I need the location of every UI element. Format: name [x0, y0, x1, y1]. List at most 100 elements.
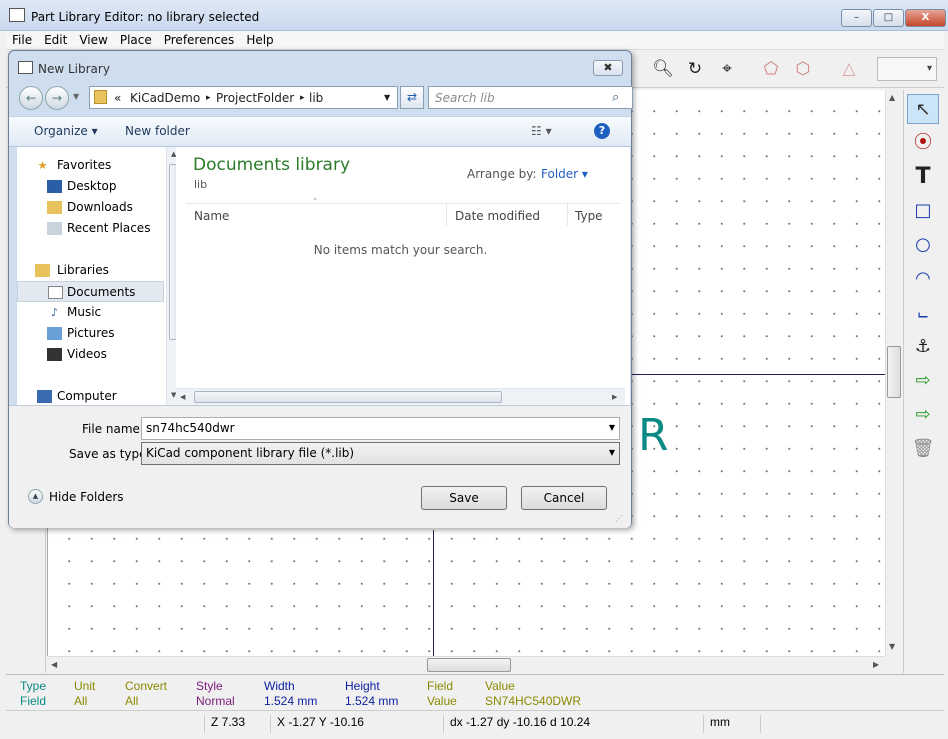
navigation-pane: ★ Favorites Desktop Downloads Recent Plac… [17, 147, 182, 407]
hide-folders-button[interactable]: Hide Folders [49, 490, 124, 504]
add-pin-icon[interactable]: ⦿ [907, 128, 939, 158]
nav-documents[interactable]: Documents [17, 281, 164, 302]
scroll-up-icon[interactable]: ▲ [889, 93, 895, 102]
recent-pages-chevron-icon[interactable]: ▼ [73, 92, 79, 101]
empty-message: No items match your search. [313, 243, 488, 257]
new-folder-button[interactable]: New folder [125, 124, 190, 138]
select-arrow-icon[interactable]: ↖ [907, 94, 939, 124]
nav-desktop[interactable]: Desktop [17, 176, 164, 197]
nav-recent-places[interactable]: Recent Places [17, 218, 164, 239]
add-circle-icon[interactable]: ○ [907, 230, 939, 260]
help-icon[interactable]: ? [594, 123, 610, 139]
column-type[interactable]: Type [575, 209, 603, 223]
val-style: Normal [196, 694, 235, 708]
search-icon[interactable]: ⌕ [612, 90, 619, 105]
view-options-icon[interactable]: ☷ ▾ [531, 124, 552, 138]
file-name-input[interactable]: sn74hc540dwr ▼ [141, 417, 620, 440]
cancel-button[interactable]: Cancel [521, 486, 607, 510]
file-list-hscrollbar[interactable]: ◀ ▶ [176, 388, 625, 405]
vertical-scroll-thumb[interactable] [887, 346, 901, 398]
zoom-out-icon[interactable]: 🔍︎ [650, 56, 676, 82]
breadcrumb-separator-icon[interactable]: ▸ [300, 93, 305, 103]
breadcrumb-lib[interactable]: lib [309, 91, 323, 105]
menu-preferences[interactable]: Preferences [158, 31, 241, 47]
list-scroll-left-icon[interactable]: ◀ [180, 393, 185, 401]
column-name[interactable]: Name [194, 209, 229, 223]
address-dropdown-icon[interactable]: ▼ [384, 93, 390, 102]
computer-icon [37, 390, 52, 403]
part-select-dropdown[interactable]: ▾ [877, 57, 937, 81]
add-polyline-icon[interactable]: ⨽ [907, 298, 939, 328]
file-name-dropdown-icon[interactable]: ▼ [609, 423, 615, 432]
address-bar[interactable]: « KiCadDemo ▸ ProjectFolder ▸ lib ▼ [89, 86, 398, 109]
desktop-icon [47, 180, 62, 193]
save-as-type-label: Save as type: [69, 447, 151, 461]
datasheet-pdf-icon[interactable]: △ [836, 56, 862, 82]
hdr-unit: Unit [74, 679, 96, 693]
nav-downloads[interactable]: Downloads [17, 197, 164, 218]
export-icon[interactable]: ⇨ [907, 400, 939, 430]
add-arc-icon[interactable]: ◠ [907, 264, 939, 294]
menu-view[interactable]: View [73, 31, 113, 47]
nav-pictures[interactable]: Pictures [17, 323, 164, 344]
menu-place[interactable]: Place [114, 31, 158, 47]
zoom-fit-icon[interactable]: ⌖ [714, 56, 740, 82]
close-button[interactable]: X [905, 9, 946, 27]
deMorgan-normal-icon[interactable]: ⬠ [758, 56, 784, 82]
save-type-dropdown-icon[interactable]: ▼ [609, 448, 615, 457]
hdr-field: Field [427, 679, 454, 693]
delete-trash-icon[interactable]: 🗑︎ [907, 434, 939, 464]
breadcrumb-kicaddemo[interactable]: KiCadDemo [130, 91, 200, 105]
back-arrow-icon[interactable]: ← [19, 86, 43, 110]
downloads-folder-icon [47, 201, 62, 214]
scroll-down-icon[interactable]: ▼ [889, 642, 895, 651]
deMorgan-convert-icon[interactable]: ⬡ [790, 56, 816, 82]
horizontal-scrollbar[interactable]: ◀ ▶ [47, 656, 885, 673]
refresh-icon[interactable]: ⇄ [400, 86, 424, 109]
horizontal-scroll-thumb[interactable] [427, 658, 511, 672]
column-divider[interactable] [567, 204, 568, 226]
nav-videos[interactable]: Videos [17, 344, 164, 365]
breadcrumb-separator-icon[interactable]: ▸ [206, 93, 211, 103]
dialog-close-button[interactable]: ✖ [593, 60, 623, 76]
column-date-modified[interactable]: Date modified [455, 209, 540, 223]
forward-arrow-icon[interactable]: → [45, 86, 69, 110]
column-divider[interactable] [446, 204, 447, 226]
add-text-icon[interactable]: T [907, 162, 939, 192]
reference-field-text[interactable]: R [638, 410, 669, 461]
nav-libraries[interactable]: Libraries [17, 260, 164, 281]
redraw-icon[interactable]: ↻ [682, 56, 708, 82]
status-delta: dx -1.27 dy -10.16 d 10.24 [443, 715, 590, 733]
menu-bar: File Edit View Place Preferences Help [6, 31, 944, 50]
menu-help[interactable]: Help [240, 31, 279, 47]
menu-file[interactable]: File [6, 31, 38, 47]
import-icon[interactable]: ⇨ [907, 366, 939, 396]
add-rectangle-icon[interactable]: □ [907, 196, 939, 226]
nav-music[interactable]: ♪ Music [17, 302, 164, 323]
list-scroll-thumb[interactable] [194, 391, 502, 403]
list-scroll-right-icon[interactable]: ▶ [612, 393, 617, 401]
save-button[interactable]: Save [421, 486, 507, 510]
nav-computer[interactable]: Computer [17, 386, 164, 407]
scroll-right-icon[interactable]: ▶ [873, 660, 879, 669]
vertical-scrollbar[interactable]: ▲ ▼ [885, 90, 902, 656]
status-units: mm [703, 715, 730, 733]
val-convert: All [125, 694, 139, 708]
right-tool-palette: ↖ ⦿ T □ ○ ◠ ⨽ ⚓ ⇨ ⇨ 🗑︎ [903, 90, 942, 673]
organize-button[interactable]: Organize ▾ [34, 124, 98, 138]
minimize-button[interactable]: – [841, 9, 872, 27]
pictures-icon [47, 327, 62, 340]
resize-grip-icon[interactable]: ⋰ [615, 514, 623, 523]
breadcrumb-projectfolder[interactable]: ProjectFolder [216, 91, 294, 105]
scroll-left-icon[interactable]: ◀ [51, 660, 57, 669]
hide-folders-chevron-icon[interactable]: ▲ [28, 489, 43, 504]
maximize-button[interactable]: □ [873, 9, 904, 27]
menu-edit[interactable]: Edit [38, 31, 73, 47]
column-header-row: Name ˄ Date modified Type [186, 198, 620, 226]
save-as-type-select[interactable]: KiCad component library file (*.lib) ▼ [141, 442, 620, 465]
nav-favorites[interactable]: ★ Favorites [17, 155, 164, 176]
search-input[interactable]: Search lib [428, 86, 633, 109]
anchor-icon[interactable]: ⚓ [907, 332, 939, 362]
arrange-by-dropdown[interactable]: Folder ▾ [541, 167, 588, 181]
breadcrumb-overflow[interactable]: « [114, 91, 121, 105]
